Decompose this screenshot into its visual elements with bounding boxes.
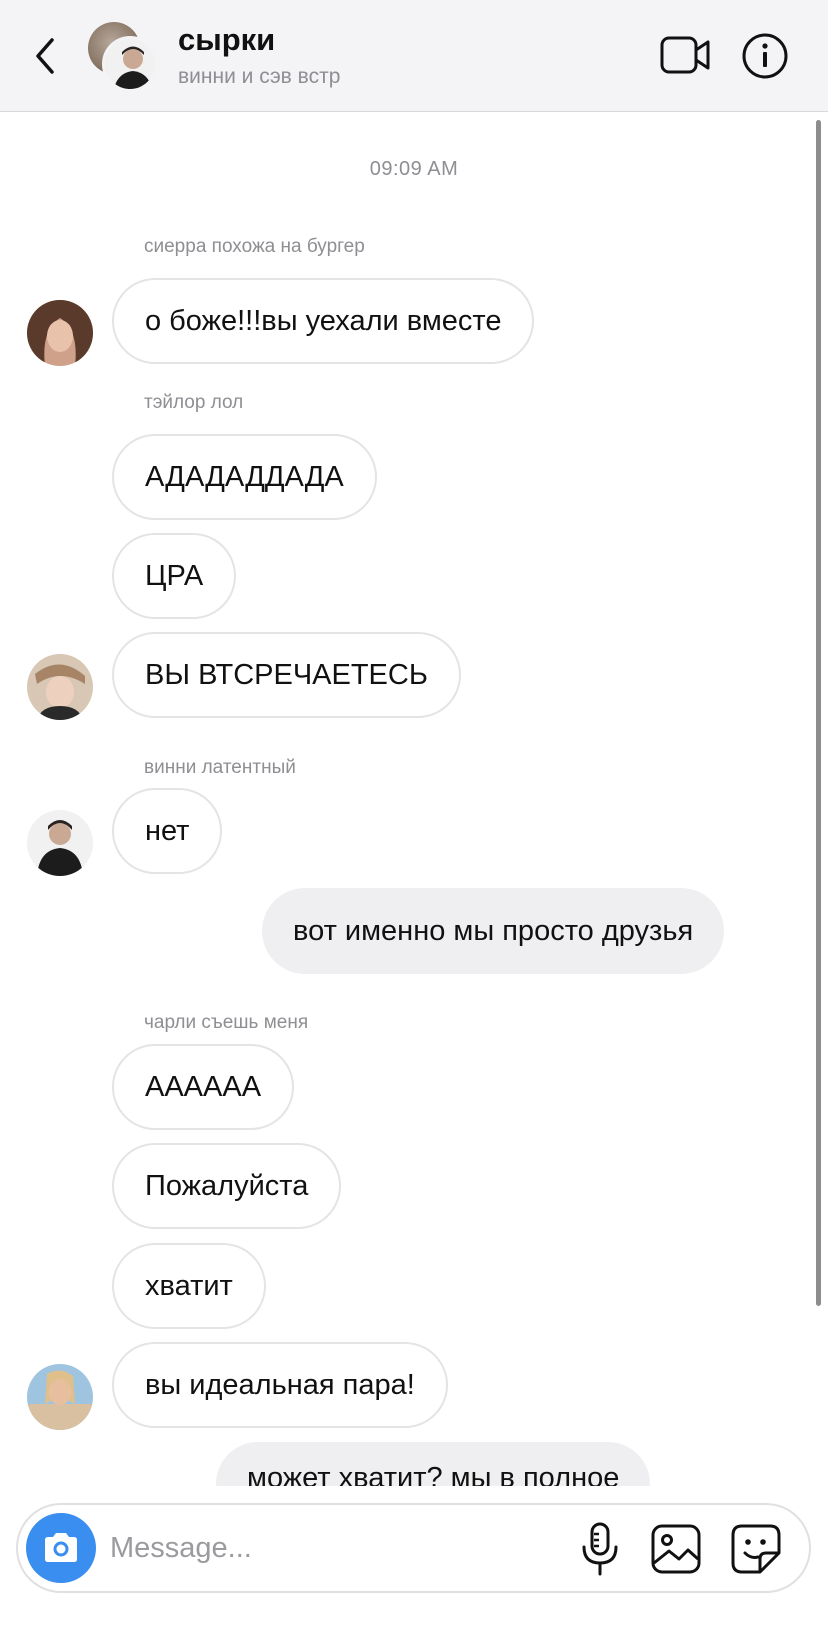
avatar[interactable] xyxy=(27,654,93,720)
message-bubble[interactable]: ВЫ ВТСРЕЧАЕТЕСЬ xyxy=(112,632,461,718)
camera-icon xyxy=(45,1533,77,1562)
message-composer xyxy=(16,1503,811,1593)
message-bubble[interactable]: АААААА xyxy=(112,1044,295,1130)
microphone-button[interactable] xyxy=(578,1521,622,1577)
chevron-left-icon xyxy=(36,38,54,74)
back-button[interactable] xyxy=(28,32,64,80)
sticker-button[interactable] xyxy=(730,1523,782,1575)
chat-subtitle: винни и сэв встр xyxy=(178,65,341,88)
message-bubble[interactable]: вот именно мы просто друзья xyxy=(262,888,725,974)
sticker-icon xyxy=(731,1524,781,1574)
microphone-icon xyxy=(582,1522,618,1576)
message-bubble[interactable]: АДАДАДДАДА xyxy=(112,434,377,520)
camera-button[interactable] xyxy=(26,1513,96,1583)
message-bubble[interactable]: ЦРА xyxy=(112,533,237,619)
gallery-button[interactable] xyxy=(650,1523,702,1575)
group-avatar[interactable] xyxy=(88,20,160,92)
gallery-icon xyxy=(651,1524,701,1574)
message-bubble[interactable]: вы идеальная пара! xyxy=(112,1342,448,1428)
sender-name: сиерра похожа на бургер xyxy=(144,236,365,257)
avatar[interactable] xyxy=(27,810,93,876)
chat-title: сырки xyxy=(178,22,276,57)
message-bubble[interactable]: нет xyxy=(112,788,223,874)
video-call-button[interactable] xyxy=(660,34,712,78)
message-bubble[interactable]: хватит xyxy=(112,1243,266,1329)
avatar[interactable] xyxy=(27,300,93,366)
chat-screen: сырки винни и сэв встр 09:09 AM сиерра п… xyxy=(0,0,828,1628)
message-bubble[interactable]: о боже!!!вы уехали вместе xyxy=(112,278,535,364)
sender-name: тэйлор лол xyxy=(144,392,244,413)
sender-name: чарли съешь меня xyxy=(144,1012,309,1033)
avatar xyxy=(102,36,158,92)
message-input[interactable] xyxy=(110,1523,530,1573)
avatar[interactable] xyxy=(27,1364,93,1430)
chat-header: сырки винни и сэв встр xyxy=(0,0,828,112)
video-camera-icon xyxy=(660,36,710,74)
sender-name: винни латентный xyxy=(144,757,296,778)
info-button[interactable] xyxy=(740,31,790,81)
message-timestamp: 09:09 AM xyxy=(369,158,459,180)
info-icon xyxy=(742,33,788,79)
message-bubble[interactable]: Пожалуйста xyxy=(112,1143,342,1229)
scrollbar[interactable] xyxy=(816,120,821,1306)
